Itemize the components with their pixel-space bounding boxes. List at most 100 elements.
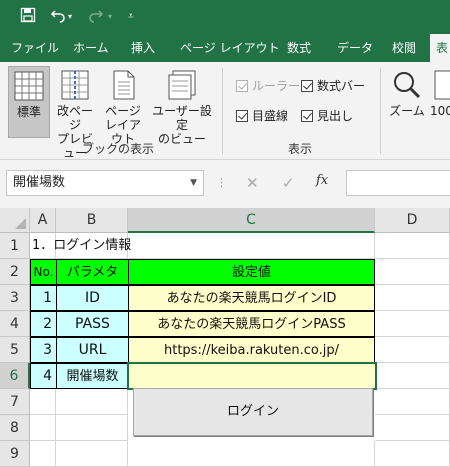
cell[interactable] (56, 389, 128, 415)
column-header-d[interactable]: D (375, 208, 450, 233)
row-param[interactable]: URL (56, 337, 129, 363)
row-header-3[interactable]: 3 (0, 285, 30, 311)
sheet-title[interactable]: 1．ログイン情報 (30, 233, 230, 259)
row-value-selected[interactable] (127, 362, 377, 390)
undo-dropdown-icon[interactable]: ▾ (68, 7, 72, 27)
page-break-preview-icon (61, 70, 89, 100)
tab-home[interactable]: ホーム (73, 34, 109, 62)
cell[interactable] (375, 337, 450, 363)
cell[interactable] (375, 311, 450, 337)
custom-views-button[interactable]: ユーザー設定 のビュー (148, 66, 216, 146)
group-label-show: 表示 (288, 142, 313, 156)
cell[interactable] (375, 233, 450, 259)
row-header-8[interactable]: 8 (0, 415, 30, 441)
cell[interactable] (375, 259, 450, 285)
cell[interactable] (375, 415, 450, 441)
chevron-down-icon[interactable]: ▼ (190, 171, 197, 195)
normal-view-button[interactable]: 標準 (8, 66, 50, 138)
page-break-label-1: 改ページ (56, 104, 93, 132)
row-no[interactable]: 1 (30, 285, 57, 311)
row-no[interactable]: 3 (30, 337, 57, 363)
cell[interactable] (375, 363, 450, 389)
gridlines-checkbox[interactable]: 目盛線 (236, 108, 288, 124)
row-header-7[interactable]: 7 (0, 389, 30, 415)
column-header-a[interactable]: A (30, 208, 56, 233)
cell[interactable] (56, 415, 128, 441)
tab-insert[interactable]: 挿入 (131, 34, 155, 62)
row-value[interactable]: あなたの楽天競馬ログインID (128, 285, 375, 311)
ruler-label: ルーラー (252, 79, 301, 93)
cell[interactable] (30, 389, 56, 415)
page-layout-label-1: ページ (105, 104, 141, 118)
header-param[interactable]: パラメタ (56, 259, 129, 285)
header-no[interactable]: No. (30, 259, 57, 285)
formula-input[interactable] (346, 170, 450, 196)
custom-views-icon (168, 70, 196, 100)
header-value[interactable]: 設定値 (128, 259, 375, 285)
page-break-preview-button[interactable]: 改ページ プレビュー (52, 66, 98, 160)
zoom-100-label: 100 (430, 104, 450, 118)
cell[interactable] (375, 441, 450, 467)
zoom-button[interactable]: ズーム (388, 66, 426, 138)
row-param[interactable]: 開催場数 (56, 363, 129, 389)
column-header-b[interactable]: B (56, 208, 128, 233)
quick-access-toolbar: ▾ ▾ ⩡ (0, 0, 450, 34)
cell[interactable] (375, 285, 450, 311)
headings-checkbox[interactable]: 見出し (301, 108, 353, 124)
tab-view[interactable]: 表 (430, 34, 450, 62)
row-value[interactable]: https://keiba.rakuten.co.jp/ (128, 337, 375, 363)
cell[interactable] (56, 441, 128, 467)
row-header-5[interactable]: 5 (0, 337, 30, 363)
ruler-check-icon (236, 80, 248, 92)
formula-bar-area: 開催場数 ▼ ⋮ ✕ ✓ fx (0, 160, 450, 208)
row-header-9[interactable]: 9 (0, 441, 30, 467)
cancel-icon[interactable]: ✕ (246, 174, 259, 192)
group-separator (380, 68, 381, 154)
redo-icon[interactable] (88, 7, 104, 29)
row-no[interactable]: 4 (30, 363, 57, 389)
tab-review[interactable]: 校閲 (392, 34, 416, 62)
insert-function-icon[interactable]: fx (316, 173, 328, 188)
column-header-c[interactable]: C (128, 208, 375, 233)
row-no[interactable]: 2 (30, 311, 57, 337)
headings-label: 見出し (317, 109, 354, 123)
group-label-workbook-views: ブックの表示 (82, 142, 155, 156)
custom-views-label-2: のビュー (157, 132, 206, 146)
custom-views-label-1: ユーザー設定 (152, 104, 212, 132)
row-header-4[interactable]: 4 (0, 311, 30, 337)
cell[interactable] (30, 441, 56, 467)
tab-data[interactable]: データ (337, 34, 373, 62)
ribbon: 標準 改ページ プレビュー ページ レイアウト ユーザー設定 のビュー ブックの… (0, 62, 450, 160)
tab-formulas[interactable]: 数式 (287, 34, 311, 62)
customize-qat-icon[interactable]: ⩡ (128, 7, 134, 27)
name-box[interactable]: 開催場数 ▼ (6, 170, 204, 196)
headings-check-icon (301, 110, 313, 122)
cell[interactable] (375, 389, 450, 415)
drag-handle-icon[interactable]: ⋮ (216, 174, 227, 192)
row-header-2[interactable]: 2 (0, 259, 30, 285)
login-button[interactable]: ログイン (133, 388, 373, 436)
row-header-6[interactable]: 6 (0, 363, 30, 389)
row-param[interactable]: PASS (56, 311, 129, 337)
page-layout-view-button[interactable]: ページ レイアウト (100, 66, 146, 146)
cell[interactable] (30, 415, 56, 441)
formula-bar-checkbox[interactable]: 数式バー (301, 78, 365, 94)
ribbon-tabs: ファイル ホーム 挿入 ページ レイアウト 数式 データ 校閲 表 (0, 34, 450, 62)
undo-icon[interactable] (50, 7, 66, 29)
tab-file[interactable]: ファイル (11, 34, 59, 62)
page-layout-icon (113, 70, 135, 100)
row-value[interactable]: あなたの楽天競馬ログインPASS (128, 311, 375, 337)
cell[interactable] (128, 441, 375, 467)
zoom-100-button[interactable]: 100 (430, 66, 450, 138)
ruler-checkbox[interactable]: ルーラー (236, 78, 300, 94)
group-separator (222, 68, 223, 154)
row-header-1[interactable]: 1 (0, 233, 30, 259)
tab-page-layout[interactable]: ページ レイアウト (180, 34, 280, 62)
row-param[interactable]: ID (56, 285, 129, 311)
enter-icon[interactable]: ✓ (282, 174, 295, 192)
redo-dropdown-icon[interactable]: ▾ (108, 7, 112, 27)
select-all-button[interactable] (0, 208, 30, 233)
save-icon[interactable] (20, 7, 36, 29)
zoom-100-icon (434, 70, 450, 100)
formula-bar-label: 数式バー (317, 79, 366, 93)
